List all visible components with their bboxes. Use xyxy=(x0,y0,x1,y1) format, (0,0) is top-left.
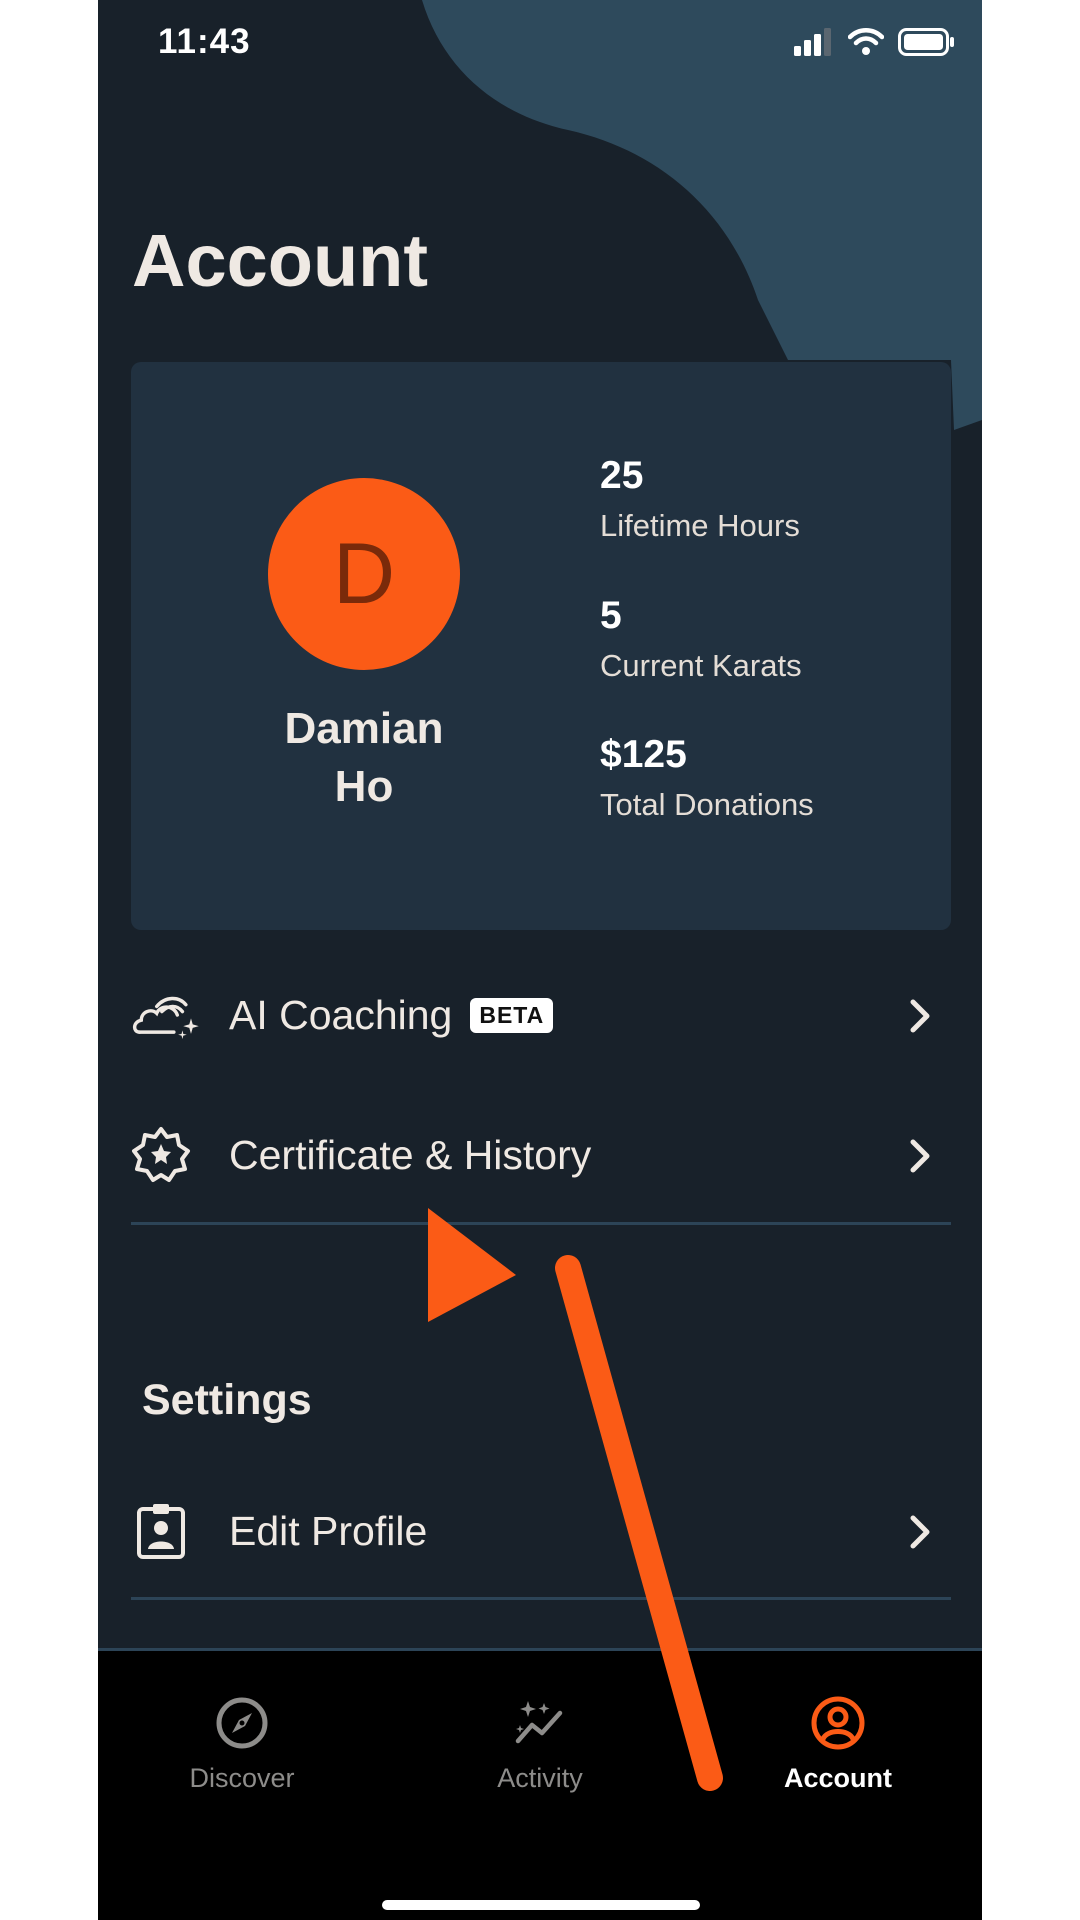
stat-value: $125 xyxy=(600,733,687,776)
tab-label: Account xyxy=(784,1763,892,1793)
cloud-sparkle-icon xyxy=(131,979,203,1051)
settings-section-title: Settings xyxy=(142,1376,312,1424)
divider xyxy=(131,1222,951,1225)
stat-value: 5 xyxy=(600,594,622,637)
tab-bar: Discover Activity Account xyxy=(98,1648,982,1920)
battery-icon xyxy=(898,28,954,56)
chevron-right-icon xyxy=(910,999,930,1033)
stat-label: Lifetime Hours xyxy=(600,508,800,543)
tab-account[interactable]: Account xyxy=(738,1695,938,1794)
tab-activity[interactable]: Activity xyxy=(440,1695,640,1794)
tab-discover[interactable]: Discover xyxy=(142,1695,342,1794)
menu-item-label: Edit Profile xyxy=(229,1507,428,1554)
stat-label: Current Karats xyxy=(600,648,802,683)
menu-item-edit-profile[interactable]: Edit Profile xyxy=(131,1476,951,1586)
menu-item-ai-coaching[interactable]: AI Coaching BETA xyxy=(131,960,951,1070)
sparkle-chart-icon xyxy=(515,1701,563,1744)
user-first-name: Damian xyxy=(284,704,444,753)
menu-item-label: Certificate & History xyxy=(229,1131,592,1178)
wifi-icon xyxy=(848,28,884,55)
stat-total-donations: $125 Total Donations xyxy=(600,731,814,825)
status-time: 11:43 xyxy=(158,22,251,61)
chevron-right-icon xyxy=(910,1515,930,1549)
divider xyxy=(131,1597,951,1600)
profile-card: D Damian Ho 25 Lifetime Hours 5 Current … xyxy=(131,362,951,930)
compass-icon xyxy=(216,1697,268,1749)
tab-label: Discover xyxy=(189,1763,295,1793)
user-last-name: Ho xyxy=(334,762,394,811)
stat-value: 25 xyxy=(600,454,644,497)
chevron-right-icon xyxy=(910,1139,930,1173)
avatar-initial: D xyxy=(332,525,396,622)
signal-icon xyxy=(794,28,831,56)
user-circle-icon xyxy=(811,1696,865,1750)
stat-lifetime-hours: 25 Lifetime Hours xyxy=(600,452,800,546)
id-badge-icon xyxy=(131,1495,203,1567)
menu-item-certificate-history[interactable]: Certificate & History xyxy=(131,1100,951,1210)
app-screen: 11:43 Account D Damian Ho 25 Lifetime Ho… xyxy=(98,0,982,1920)
menu-item-label: AI Coaching xyxy=(229,991,453,1038)
status-icons xyxy=(794,28,956,56)
stat-label: Total Donations xyxy=(600,787,814,822)
badge-star-icon xyxy=(131,1119,203,1191)
avatar[interactable]: D xyxy=(268,478,460,670)
stat-current-karats: 5 Current Karats xyxy=(600,592,802,686)
beta-badge: BETA xyxy=(470,997,554,1033)
user-name: Damian Ho xyxy=(251,700,477,816)
status-bar: 11:43 xyxy=(98,0,982,88)
page-title: Account xyxy=(132,219,428,302)
home-indicator xyxy=(382,1900,700,1910)
tab-label: Activity xyxy=(497,1763,583,1793)
